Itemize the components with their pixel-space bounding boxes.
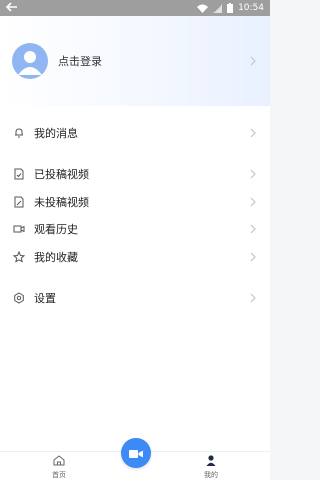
status-bar: 10:54 [0, 0, 270, 16]
record-video-button[interactable] [121, 438, 151, 468]
bottom-nav: 首页 我的 [0, 438, 270, 480]
home-icon [53, 455, 65, 468]
chevron-right-icon [248, 224, 258, 234]
avatar[interactable] [12, 43, 48, 79]
menu-label-settings: 设置 [34, 292, 56, 305]
bell-icon [12, 126, 26, 140]
chevron-right-icon [248, 56, 258, 66]
chevron-right-icon [248, 197, 258, 207]
chevron-right-icon [248, 252, 258, 262]
gear-icon [12, 291, 26, 305]
menu-item-messages[interactable]: 我的消息 [0, 119, 270, 147]
menu-label-unsubmitted-videos: 未投稿视频 [34, 196, 89, 209]
star-icon [12, 250, 26, 264]
signal-icon [213, 3, 223, 13]
battery-icon [227, 3, 234, 13]
menu-label-messages: 我的消息 [34, 127, 78, 140]
wifi-icon [197, 4, 209, 13]
menu-panel: 我的消息 已投稿视频 未投稿视频 观看历史 我的收藏 设置 [0, 106, 270, 451]
menu-item-settings[interactable]: 设置 [0, 284, 270, 312]
video-camera-icon [12, 222, 26, 236]
nav-mine-label: 我的 [204, 471, 218, 479]
video-camera-icon [129, 444, 143, 463]
document-check-icon [12, 167, 26, 181]
nav-home[interactable]: 首页 [39, 455, 79, 480]
chevron-right-icon [248, 169, 258, 179]
login-label[interactable]: 点击登录 [58, 53, 248, 69]
user-icon [18, 51, 42, 75]
nav-home-label: 首页 [52, 471, 66, 479]
menu-item-submitted-videos[interactable]: 已投稿视频 [0, 160, 270, 188]
menu-label-favorites: 我的收藏 [34, 251, 78, 264]
menu-item-unsubmitted-videos[interactable]: 未投稿视频 [0, 188, 270, 216]
chevron-right-icon [248, 293, 258, 303]
status-time: 10:54 [238, 3, 264, 13]
profile-header[interactable]: 点击登录 [0, 16, 270, 106]
menu-item-watch-history[interactable]: 观看历史 [0, 215, 270, 243]
nav-mine[interactable]: 我的 [191, 455, 231, 480]
person-icon [205, 455, 217, 468]
back-arrow-icon[interactable] [5, 1, 18, 15]
menu-item-favorites[interactable]: 我的收藏 [0, 243, 270, 271]
menu-label-submitted-videos: 已投稿视频 [34, 168, 89, 181]
menu-label-watch-history: 观看历史 [34, 223, 78, 236]
document-edit-icon [12, 195, 26, 209]
chevron-right-icon [248, 128, 258, 138]
